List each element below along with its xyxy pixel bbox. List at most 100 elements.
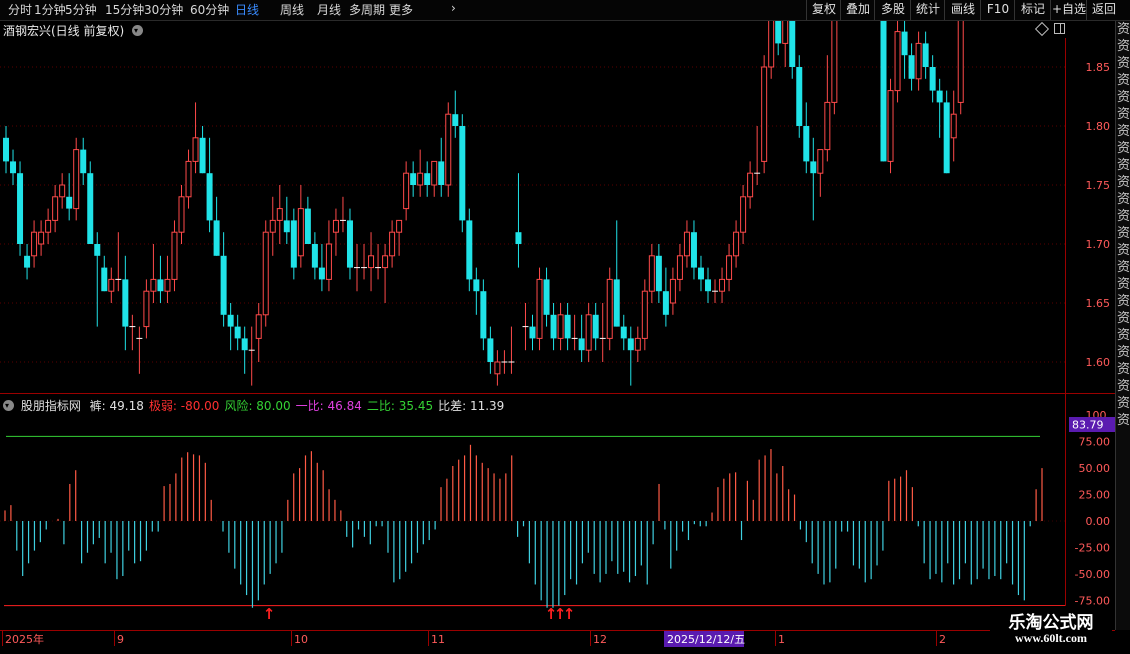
candlestick (375, 244, 382, 280)
price-tick-label: 1.75 (1086, 179, 1111, 192)
period-tab[interactable]: 日线 (235, 1, 259, 18)
candlestick (550, 303, 557, 351)
candlestick (136, 326, 143, 374)
candlestick (45, 208, 52, 244)
chevron-down-circle-icon[interactable]: ▾ (132, 25, 144, 36)
candlestick (529, 314, 536, 351)
candlestick (473, 267, 480, 315)
candlestick (501, 350, 508, 374)
candlestick (354, 244, 360, 292)
candlestick (515, 173, 522, 268)
candlestick (66, 173, 73, 221)
period-tab[interactable]: 分时 (8, 1, 32, 18)
candlestick (227, 303, 234, 351)
candlestick (31, 220, 38, 268)
toolbar-button[interactable]: +自选 (1050, 0, 1087, 20)
candlestick (943, 90, 950, 174)
candlestick (304, 196, 311, 244)
period-tab[interactable]: 多周期 (349, 1, 385, 18)
indicator-tick-label: 50.00 (1079, 462, 1111, 475)
candlestick (522, 303, 529, 351)
candlestick (459, 114, 466, 233)
candlestick (17, 161, 24, 256)
candlestick (817, 149, 824, 197)
toolbar-button[interactable]: 标记 (1014, 0, 1051, 20)
indicator-field: 比差: 11.39 (438, 399, 505, 413)
toolbar-button[interactable]: 叠加 (840, 0, 875, 20)
candlestick (150, 244, 157, 303)
indicator-name: 股朋指标网 (20, 399, 81, 413)
candlestick (768, 8, 775, 79)
candlestick (775, 0, 782, 56)
candlestick (543, 267, 550, 327)
candlestick (361, 244, 368, 280)
date-label: 10 (294, 633, 308, 646)
candlestick (627, 326, 634, 386)
candlestick (87, 161, 94, 244)
candlestick (929, 55, 936, 103)
candlestick (676, 244, 683, 292)
candlestick (908, 43, 915, 91)
candlestick (571, 314, 578, 351)
toolbar-button[interactable]: 多股 (874, 0, 911, 20)
candlestick (52, 185, 59, 233)
candlestick (592, 303, 599, 351)
candlestick (831, 0, 838, 115)
candlestick (761, 55, 768, 174)
date-label: 11 (431, 633, 445, 646)
candlestick (438, 137, 445, 197)
indicator-title-row: ▾ 股朋指标网 裤: 49.18 极弱: -80.00 风险: 80.00 一比: 4… (3, 397, 504, 414)
period-tab[interactable]: 1分钟 (34, 1, 66, 18)
toolbar-button[interactable]: 复权 (806, 0, 841, 20)
candlestick (564, 303, 571, 351)
date-label: 2025年 (5, 632, 44, 646)
candlestick (789, 0, 796, 79)
candlestick (936, 78, 943, 138)
candlestick (297, 185, 304, 268)
indicator-field: 一比: 46.84 (295, 399, 362, 413)
candlestick (557, 303, 564, 351)
period-tab[interactable]: 周线 (280, 1, 304, 18)
chart-canvas[interactable]: 2.102.052.001.951.901.851.801.751.701.65… (0, 0, 1130, 650)
indicator-field: 风险: 80.00 (224, 399, 291, 413)
candlestick (171, 220, 178, 292)
indicator-field: 裤: 49.18 (89, 399, 144, 413)
candlestick (94, 232, 101, 327)
right-side-panel[interactable]: 资资资资资资资资资资资资资资资资资资资资资资资资 (1115, 21, 1130, 630)
candlestick (403, 161, 410, 221)
candlestick (129, 314, 136, 351)
period-tab[interactable]: 更多 (389, 1, 413, 18)
candlestick (606, 267, 613, 351)
svg-text:83.79: 83.79 (1072, 419, 1104, 432)
period-tab[interactable]: 60分钟 (190, 1, 229, 18)
candlestick (269, 196, 276, 256)
period-tab[interactable]: 30分钟 (144, 1, 183, 18)
date-label: 12 (593, 633, 607, 646)
candlestick (410, 161, 417, 197)
toolbar-button[interactable]: 统计 (910, 0, 945, 20)
toolbar-button[interactable]: F10 (980, 0, 1015, 20)
window-icon[interactable] (1054, 23, 1065, 34)
candlestick (3, 126, 9, 174)
toolbar-button[interactable]: 返回 (1086, 0, 1121, 20)
chevron-down-circle-icon[interactable]: ▾ (3, 400, 14, 411)
indicator-field: 二比: 35.45 (366, 399, 434, 413)
cursor-value-box: 83.79 (1069, 417, 1115, 432)
period-tab[interactable]: 5分钟 (65, 1, 97, 18)
candlestick (199, 126, 206, 174)
candlestick (248, 326, 255, 386)
date-label: 2 (939, 633, 946, 646)
candlestick (24, 244, 31, 280)
period-tab[interactable]: 月线 (317, 1, 341, 18)
candlestick (311, 232, 318, 280)
candlestick (901, 8, 908, 79)
candlestick (705, 267, 711, 303)
watermark: 乐淘公式网 www.60lt.com (990, 606, 1112, 650)
signal-arrow-icon: ↑ (263, 605, 276, 623)
period-tab[interactable]: 15分钟 (105, 1, 144, 18)
indicator-field: 极弱: -80.00 (148, 399, 220, 413)
chart-area[interactable]: 2.102.052.001.951.901.851.801.751.701.65… (0, 0, 1130, 650)
chevron-right-icon[interactable]: › (451, 1, 456, 15)
indicator-tick-label: 75.00 (1079, 436, 1111, 449)
toolbar-button[interactable]: 画线 (944, 0, 981, 20)
